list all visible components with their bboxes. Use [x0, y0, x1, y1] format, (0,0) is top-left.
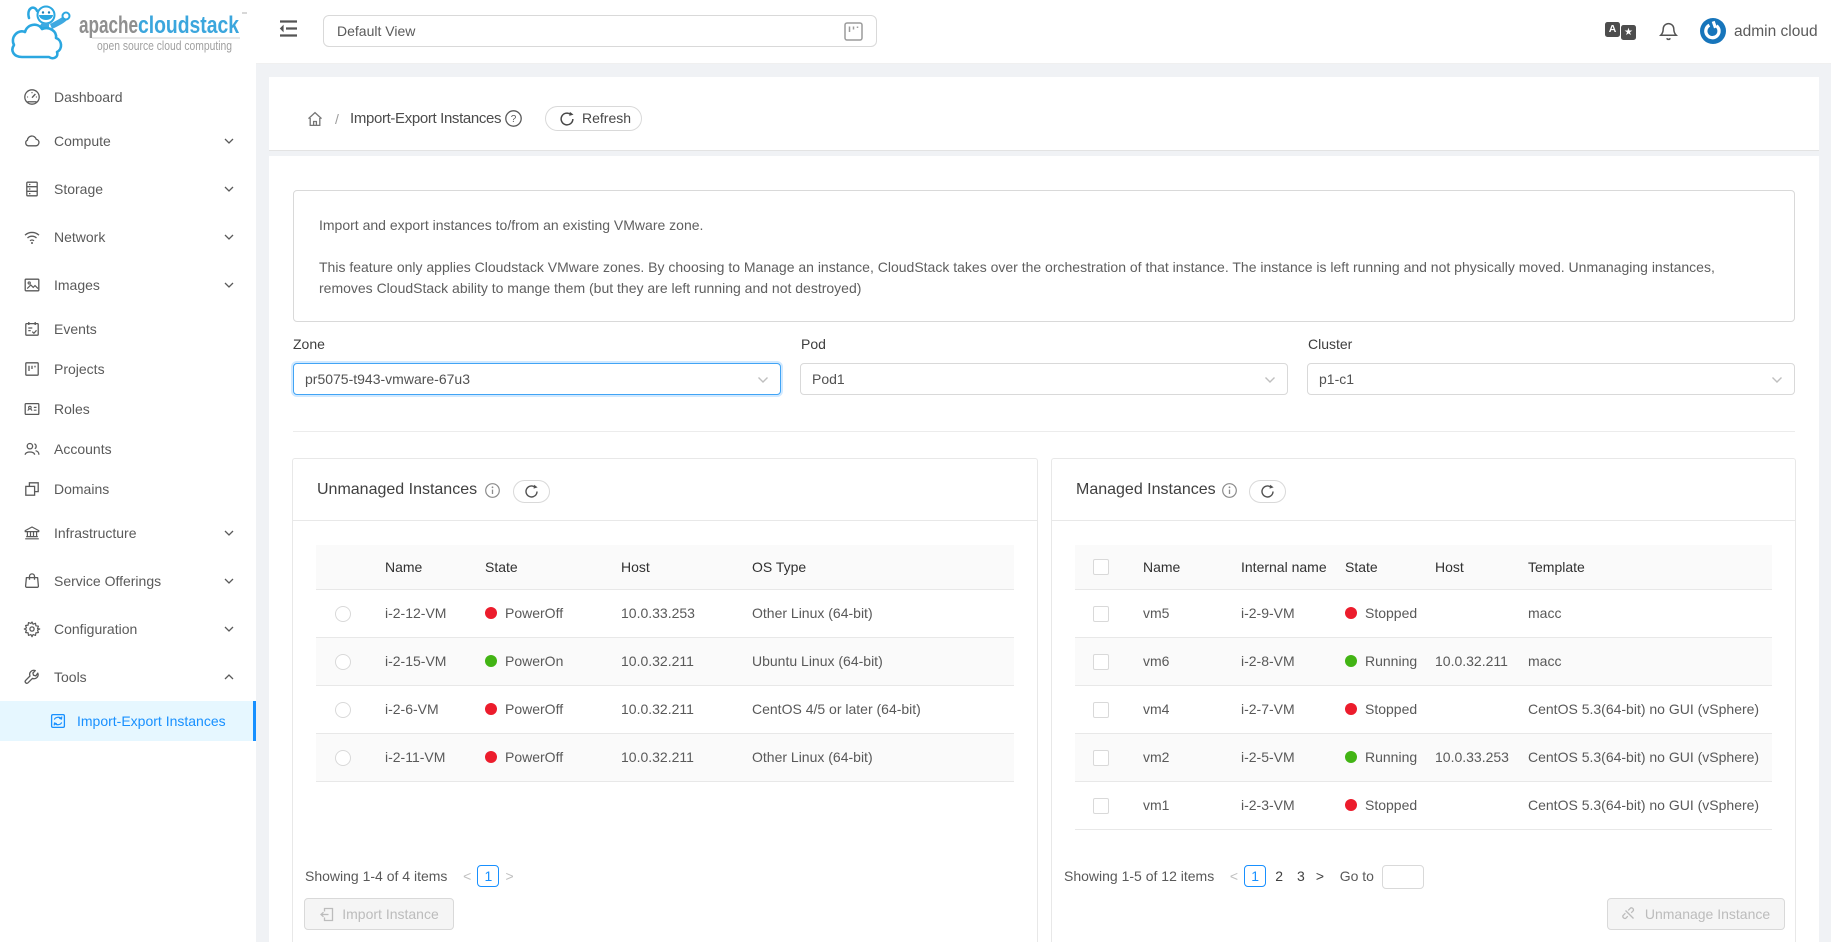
svg-text:cloudstack: cloudstack — [138, 12, 240, 39]
svg-text:open source cloud computing: open source cloud computing — [97, 39, 232, 53]
svg-text:?: ? — [511, 114, 517, 125]
svg-text:apache: apache — [79, 12, 138, 39]
